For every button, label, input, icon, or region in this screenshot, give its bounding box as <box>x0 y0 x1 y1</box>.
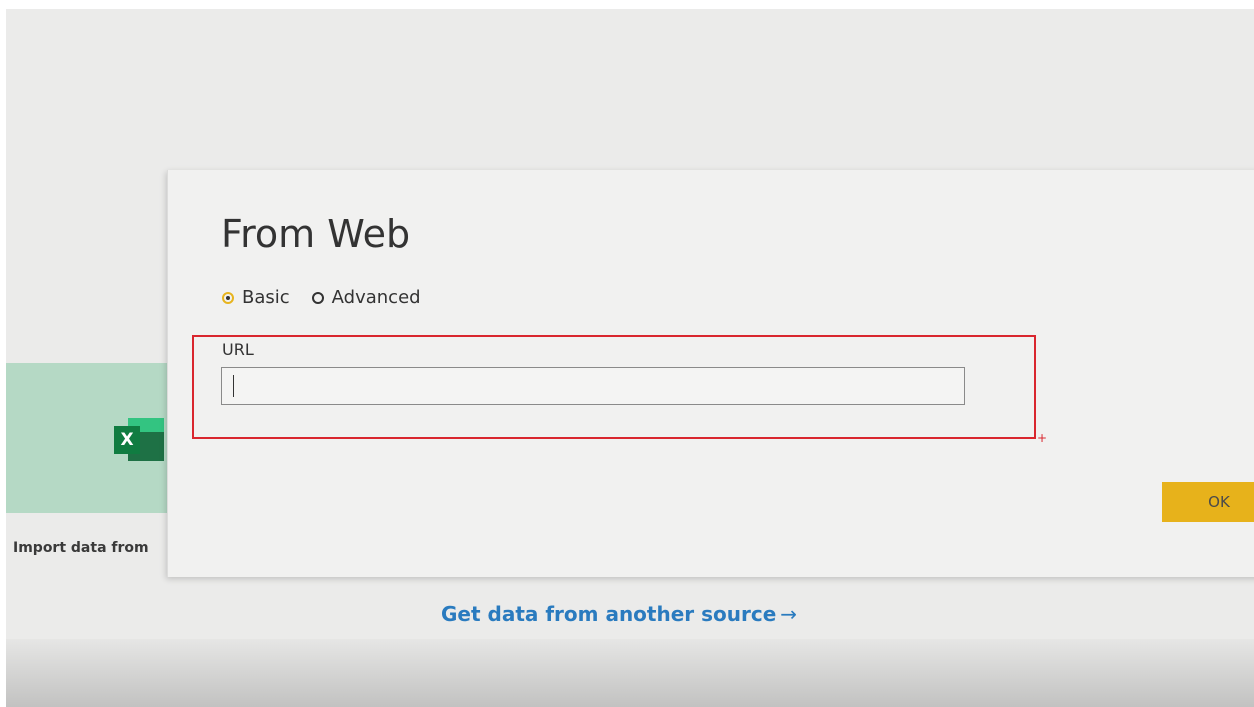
import-data-label: Import data from <box>13 540 149 556</box>
bottom-shade <box>6 639 1254 707</box>
radio-unchecked-icon <box>311 291 324 304</box>
radio-basic-label: Basic <box>242 287 290 308</box>
url-input[interactable] <box>221 367 965 405</box>
excel-icon-letter: X <box>114 426 140 454</box>
screen: X Import data from From Web Basic Advanc… <box>6 9 1254 707</box>
excel-icon: X <box>114 418 164 461</box>
arrow-right-icon: → <box>780 602 798 626</box>
ok-button[interactable]: OK <box>1162 482 1254 522</box>
mode-radio-group: Basic Advanced <box>222 287 443 308</box>
dialog-title: From Web <box>221 212 411 256</box>
radio-advanced-label: Advanced <box>331 287 421 308</box>
radio-checked-icon <box>222 291 234 304</box>
text-caret <box>233 375 234 397</box>
get-data-another-source-link[interactable]: Get data from another source → <box>441 602 797 626</box>
radio-advanced[interactable]: Advanced <box>311 287 421 308</box>
radio-basic[interactable]: Basic <box>222 287 290 308</box>
get-data-link-text: Get data from another source <box>441 602 777 626</box>
from-web-dialog: From Web Basic Advanced + URL OK <box>167 170 1254 577</box>
highlight-corner-mark: + <box>1037 431 1048 445</box>
url-label: URL <box>222 340 254 359</box>
